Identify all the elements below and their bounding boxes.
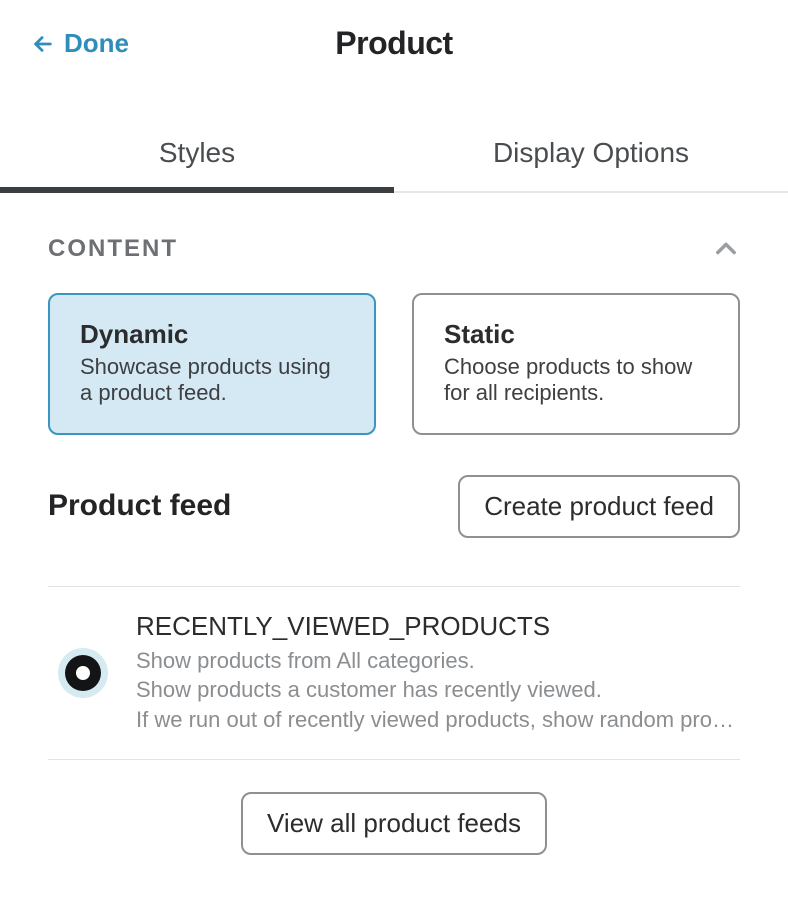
feed-item[interactable]: RECENTLY_VIEWED_PRODUCTS Show products f… <box>48 586 740 760</box>
view-all-wrap: View all product feeds <box>0 760 788 887</box>
static-card-desc: Choose products to show for all recipien… <box>444 354 708 407</box>
create-product-feed-button[interactable]: Create product feed <box>458 475 740 538</box>
dynamic-card-desc: Showcase products using a product feed. <box>80 354 344 407</box>
static-card-title: Static <box>444 319 708 350</box>
done-label: Done <box>64 28 129 59</box>
tab-display-options[interactable]: Display Options <box>394 119 788 191</box>
content-section-header[interactable]: CONTENT <box>0 193 788 293</box>
dynamic-card-title: Dynamic <box>80 319 344 350</box>
content-cards: Dynamic Showcase products using a produc… <box>0 293 788 435</box>
chevron-up-icon <box>712 235 740 263</box>
product-feed-title: Product feed <box>48 489 231 523</box>
feed-item-name: RECENTLY_VIEWED_PRODUCTS <box>136 611 740 642</box>
radio-selected-icon <box>65 655 101 691</box>
feed-item-line2: Show products a customer has recently vi… <box>136 675 740 705</box>
feed-item-text: RECENTLY_VIEWED_PRODUCTS Show products f… <box>136 611 740 735</box>
page-title: Product <box>335 25 452 62</box>
feed-item-line1: Show products from All categories. <box>136 646 740 676</box>
tabs: Styles Display Options <box>0 119 788 193</box>
header: Done Product <box>0 0 788 69</box>
done-button[interactable]: Done <box>32 28 129 59</box>
view-all-product-feeds-button[interactable]: View all product feeds <box>241 792 547 855</box>
content-section-label: CONTENT <box>48 235 178 263</box>
tab-styles[interactable]: Styles <box>0 119 394 191</box>
static-card[interactable]: Static Choose products to show for all r… <box>412 293 740 435</box>
feed-radio[interactable] <box>58 648 108 698</box>
product-feed-header: Product feed Create product feed <box>0 435 788 566</box>
arrow-left-icon <box>32 33 54 55</box>
dynamic-card[interactable]: Dynamic Showcase products using a produc… <box>48 293 376 435</box>
feed-item-line3: If we run out of recently viewed product… <box>136 705 740 735</box>
